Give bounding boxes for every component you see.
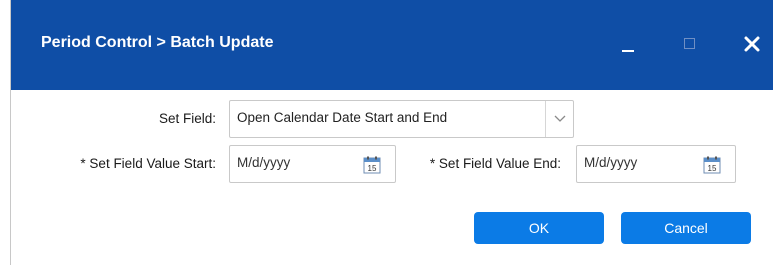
end-date-label: * Set Field Value End: (429, 156, 561, 171)
close-icon[interactable] (741, 33, 763, 55)
minimize-icon[interactable] (622, 36, 636, 52)
set-field-label: Set Field: (158, 111, 216, 126)
start-date-label: * Set Field Value Start: (80, 156, 216, 171)
calendar-day: 15 (708, 164, 717, 173)
batch-update-dialog: Period Control > Batch Update Set Field:… (10, 0, 773, 265)
calendar-icon[interactable]: 15 (703, 156, 721, 174)
ok-button[interactable]: OK (474, 212, 604, 244)
set-field-value: Open Calendar Date Start and End (237, 110, 448, 125)
end-date-placeholder: M/d/yyyy (584, 155, 638, 170)
maximize-icon[interactable] (684, 38, 695, 49)
dialog-title: Period Control > Batch Update (41, 34, 274, 51)
set-field-dropdown[interactable]: Open Calendar Date Start and End (229, 100, 574, 138)
start-date-input[interactable]: M/d/yyyy 15 (229, 145, 396, 183)
calendar-icon[interactable]: 15 (363, 156, 381, 174)
calendar-day: 15 (368, 164, 377, 173)
start-date-placeholder: M/d/yyyy (237, 155, 291, 170)
chevron-down-icon (554, 115, 566, 122)
dropdown-toggle[interactable] (545, 101, 573, 137)
title-bar: Period Control > Batch Update (11, 0, 773, 90)
end-date-input[interactable]: M/d/yyyy 15 (576, 145, 736, 183)
cancel-button[interactable]: Cancel (621, 212, 751, 244)
